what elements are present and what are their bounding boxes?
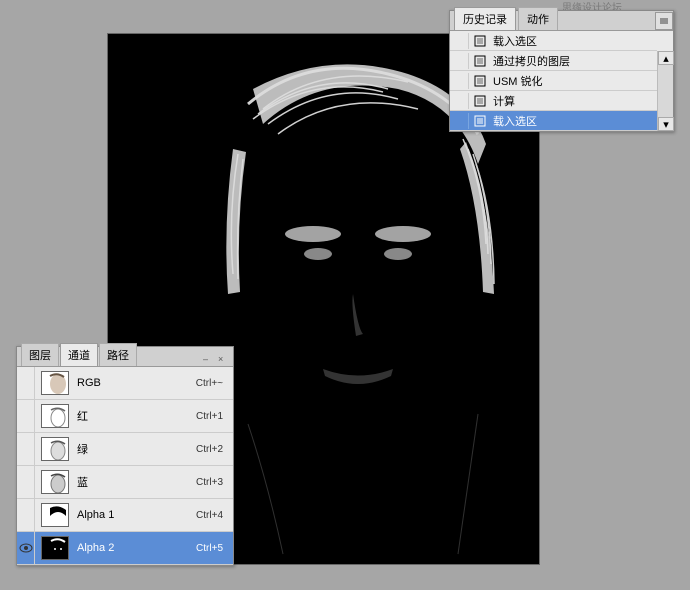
visibility-toggle[interactable]: [17, 499, 35, 532]
visibility-toggle[interactable]: [17, 400, 35, 433]
channel-item-alpha1[interactable]: Alpha 1 Ctrl+4: [17, 499, 233, 532]
channel-thumbnail: [41, 503, 69, 527]
panel-menu-button[interactable]: [655, 12, 673, 30]
tab-actions[interactable]: 动作: [518, 7, 558, 30]
history-item[interactable]: 载入选区: [450, 31, 657, 51]
tab-history[interactable]: 历史记录: [454, 7, 516, 30]
history-panel: 历史记录 动作 载入选区 通过拷贝的图层 USM 锐化: [449, 10, 674, 132]
scroll-up-button[interactable]: ▴: [658, 51, 674, 65]
tab-paths[interactable]: 路径: [99, 343, 137, 366]
history-list: 载入选区 通过拷贝的图层 USM 锐化 计算 载入选区: [450, 31, 657, 131]
tab-layers[interactable]: 图层: [21, 343, 59, 366]
history-item[interactable]: USM 锐化: [450, 71, 657, 91]
visibility-toggle[interactable]: [17, 532, 35, 565]
channel-thumbnail: [41, 404, 69, 428]
channels-panel-tabs: 图层 通道 路径 – ×: [17, 347, 233, 367]
visibility-toggle[interactable]: [17, 433, 35, 466]
history-step-icon: [473, 114, 489, 128]
channel-item-rgb[interactable]: RGB Ctrl+~: [17, 367, 233, 400]
history-item[interactable]: 通过拷贝的图层: [450, 51, 657, 71]
history-item[interactable]: 载入选区: [450, 111, 657, 131]
panel-minimize-button[interactable]: –: [203, 354, 215, 366]
channel-item-blue[interactable]: 蓝 Ctrl+3: [17, 466, 233, 499]
history-step-icon: [473, 94, 489, 108]
history-step-icon: [473, 54, 489, 68]
channel-item-red[interactable]: 红 Ctrl+1: [17, 400, 233, 433]
channels-panel: 图层 通道 路径 – × RGB Ctrl+~ 红 Ctrl+1 绿 Ctrl+…: [16, 346, 234, 566]
channel-thumbnail: [41, 470, 69, 494]
channel-thumbnail: [41, 371, 69, 395]
scroll-down-button[interactable]: ▾: [658, 117, 674, 131]
channel-item-green[interactable]: 绿 Ctrl+2: [17, 433, 233, 466]
channels-list: RGB Ctrl+~ 红 Ctrl+1 绿 Ctrl+2 蓝 Ctrl+3 Al…: [17, 367, 233, 565]
tab-channels[interactable]: 通道: [60, 343, 98, 366]
history-item[interactable]: 计算: [450, 91, 657, 111]
visibility-toggle[interactable]: [17, 367, 35, 400]
panel-close-button[interactable]: ×: [218, 354, 230, 366]
history-step-icon: [473, 74, 489, 88]
channel-thumbnail: [41, 437, 69, 461]
history-step-icon: [473, 34, 489, 48]
history-scrollbar[interactable]: ▴ ▾: [657, 51, 673, 131]
visibility-toggle[interactable]: [17, 466, 35, 499]
history-panel-tabs: 历史记录 动作: [450, 11, 673, 31]
channel-thumbnail: [41, 536, 69, 560]
channel-item-alpha2[interactable]: Alpha 2 Ctrl+5: [17, 532, 233, 565]
eye-icon: [19, 543, 33, 553]
